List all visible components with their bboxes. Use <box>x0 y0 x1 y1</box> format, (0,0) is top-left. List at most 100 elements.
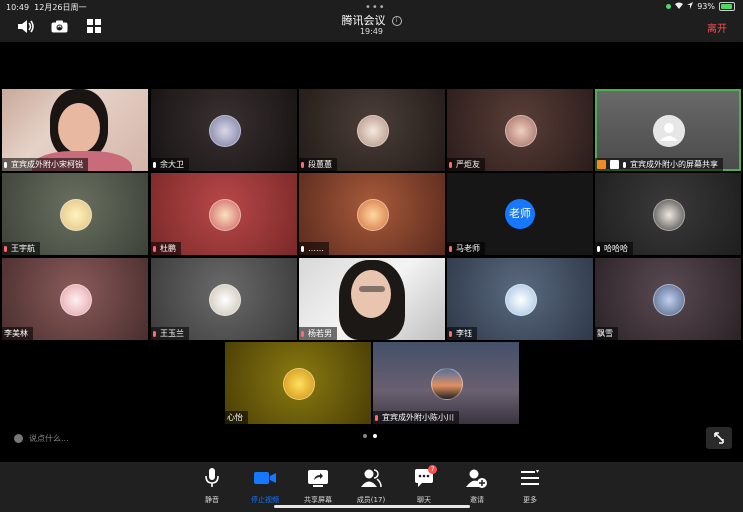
battery-level: 93% <box>697 2 715 11</box>
participant-tile[interactable]: 杜鹏 <box>151 173 297 255</box>
page-indicator[interactable] <box>363 434 377 438</box>
participant-name: 王玉兰 <box>160 329 184 338</box>
mic-muted-icon <box>375 414 378 421</box>
meeting-title[interactable]: 腾讯会议 i <box>0 12 743 28</box>
meeting-header: 10:49 12月26日周一 ••• 93% 腾讯会议 i 19:49 离开 <box>0 0 743 42</box>
more-button[interactable]: 更多 <box>505 468 555 505</box>
mic-muted-icon <box>449 161 452 168</box>
participant-nameplate: 宜宾成外附小宋柯锐 <box>2 158 88 171</box>
chat-unread-badge: 7 <box>428 465 437 474</box>
host-badge-icon <box>597 160 606 169</box>
participant-tile[interactable]: 李美林 <box>2 258 148 340</box>
invite-button[interactable]: 邀请 <box>452 468 502 505</box>
microphone-icon <box>205 468 219 487</box>
mic-icon <box>153 161 156 168</box>
participant-tile[interactable]: 余大卫 <box>151 89 297 171</box>
stop-video-label: 停止视频 <box>251 496 279 504</box>
default-user-avatar <box>653 115 685 147</box>
expand-button[interactable] <box>706 427 732 449</box>
participant-tile[interactable]: 哈哈哈 <box>595 173 741 255</box>
status-date: 12月26日周一 <box>34 3 87 12</box>
mic-icon <box>4 161 7 168</box>
participant-name: 心怡 <box>227 413 243 422</box>
participant-name: 严炬友 <box>456 160 480 169</box>
stop-video-button[interactable]: 停止视频 <box>240 468 290 505</box>
battery-icon <box>719 2 735 11</box>
mic-icon <box>623 161 626 168</box>
chat-placeholder: 说点什么... <box>29 434 69 443</box>
participant-nameplate: 王玉兰 <box>151 327 189 340</box>
participant-nameplate: 李美林 <box>2 327 33 340</box>
participant-name: 马老师 <box>456 244 480 253</box>
participant-name: 飘雪 <box>597 329 613 338</box>
participant-tile[interactable]: 飘雪 <box>595 258 741 340</box>
participant-tile[interactable]: 杨若男 <box>299 258 445 340</box>
participant-nameplate: 飘雪 <box>595 327 618 340</box>
participant-name: 宜宾成外附小陈小川 <box>382 413 454 422</box>
participant-avatar <box>505 284 537 316</box>
mic-muted-icon <box>301 330 304 337</box>
participant-tile[interactable]: 王宇航 <box>2 173 148 255</box>
participant-avatar <box>209 284 241 316</box>
members-label: 成员(17) <box>356 496 386 504</box>
chat-button[interactable]: 7 聊天 <box>399 465 449 505</box>
page-dot-active[interactable] <box>373 434 377 438</box>
participant-tile[interactable]: 心怡 <box>225 342 371 424</box>
participant-name: 宜宾成外附小宋柯锐 <box>11 160 83 169</box>
participant-nameplate: 王宇航 <box>2 242 40 255</box>
mic-muted-icon <box>153 330 156 337</box>
participant-nameplate: 杨若男 <box>299 327 337 340</box>
participant-avatar <box>357 115 389 147</box>
participant-name: …… <box>308 244 324 253</box>
participant-tile[interactable]: 老师 马老师 <box>447 173 593 255</box>
mute-label: 静音 <box>205 496 219 504</box>
participant-avatar <box>653 199 685 231</box>
page-dot[interactable] <box>363 434 367 438</box>
participant-avatar <box>283 368 315 400</box>
participant-nameplate: 马老师 <box>447 242 485 255</box>
info-icon[interactable]: i <box>391 16 402 26</box>
participant-tile[interactable]: 宜宾成外附小宋柯锐 <box>2 89 148 171</box>
participant-avatar <box>209 199 241 231</box>
chat-input[interactable]: 说点什么... <box>14 433 69 444</box>
participant-nameplate: 宜宾成外附小陈小川 <box>373 411 459 424</box>
participant-name: 余大卫 <box>160 160 184 169</box>
participant-avatar <box>209 115 241 147</box>
participant-nameplate: 哈哈哈 <box>595 242 633 255</box>
wifi-icon <box>675 2 684 11</box>
members-button[interactable]: 成员(17) <box>346 468 396 505</box>
participant-nameplate: …… <box>299 242 329 255</box>
participant-tile[interactable]: 段蕙蕙 <box>299 89 445 171</box>
participant-avatar: 老师 <box>505 199 535 229</box>
participant-nameplate: 李钰 <box>447 327 477 340</box>
share-screen-button[interactable]: 共享屏幕 <box>293 468 343 505</box>
mic-icon <box>301 245 304 252</box>
participant-tile[interactable]: 严炬友 <box>447 89 593 171</box>
participant-nameplate: 心怡 <box>225 411 248 424</box>
participant-face <box>351 270 391 318</box>
share-screen-label: 共享屏幕 <box>304 496 332 504</box>
meeting-title-text: 腾讯会议 <box>341 14 386 27</box>
members-icon <box>361 469 382 488</box>
location-icon <box>687 2 694 11</box>
mic-muted-icon <box>153 245 156 252</box>
share-screen-icon <box>308 470 328 487</box>
mic-muted-icon <box>301 161 304 168</box>
status-indicators: 93% <box>666 2 735 11</box>
participant-tile[interactable]: 宜宾成外附小陈小川 <box>373 342 519 424</box>
participant-tile[interactable]: 李钰 <box>447 258 593 340</box>
participant-name: 杜鹏 <box>160 244 176 253</box>
participant-tile[interactable]: …… <box>299 173 445 255</box>
expand-icon <box>714 432 724 444</box>
participant-tile[interactable]: 王玉兰 <box>151 258 297 340</box>
participant-avatar <box>60 199 92 231</box>
participant-face <box>58 103 100 153</box>
participant-name: 宜宾成外附小的屏幕共享 <box>630 160 718 169</box>
mute-button[interactable]: 静音 <box>187 468 237 505</box>
meeting-duration: 19:49 <box>359 27 384 36</box>
screen-share-icon <box>610 160 619 169</box>
leave-button[interactable]: 离开 <box>707 20 727 35</box>
home-indicator[interactable] <box>274 505 470 508</box>
mic-muted-icon <box>449 245 452 252</box>
participant-tile[interactable]: 宜宾成外附小的屏幕共享 <box>595 89 741 171</box>
